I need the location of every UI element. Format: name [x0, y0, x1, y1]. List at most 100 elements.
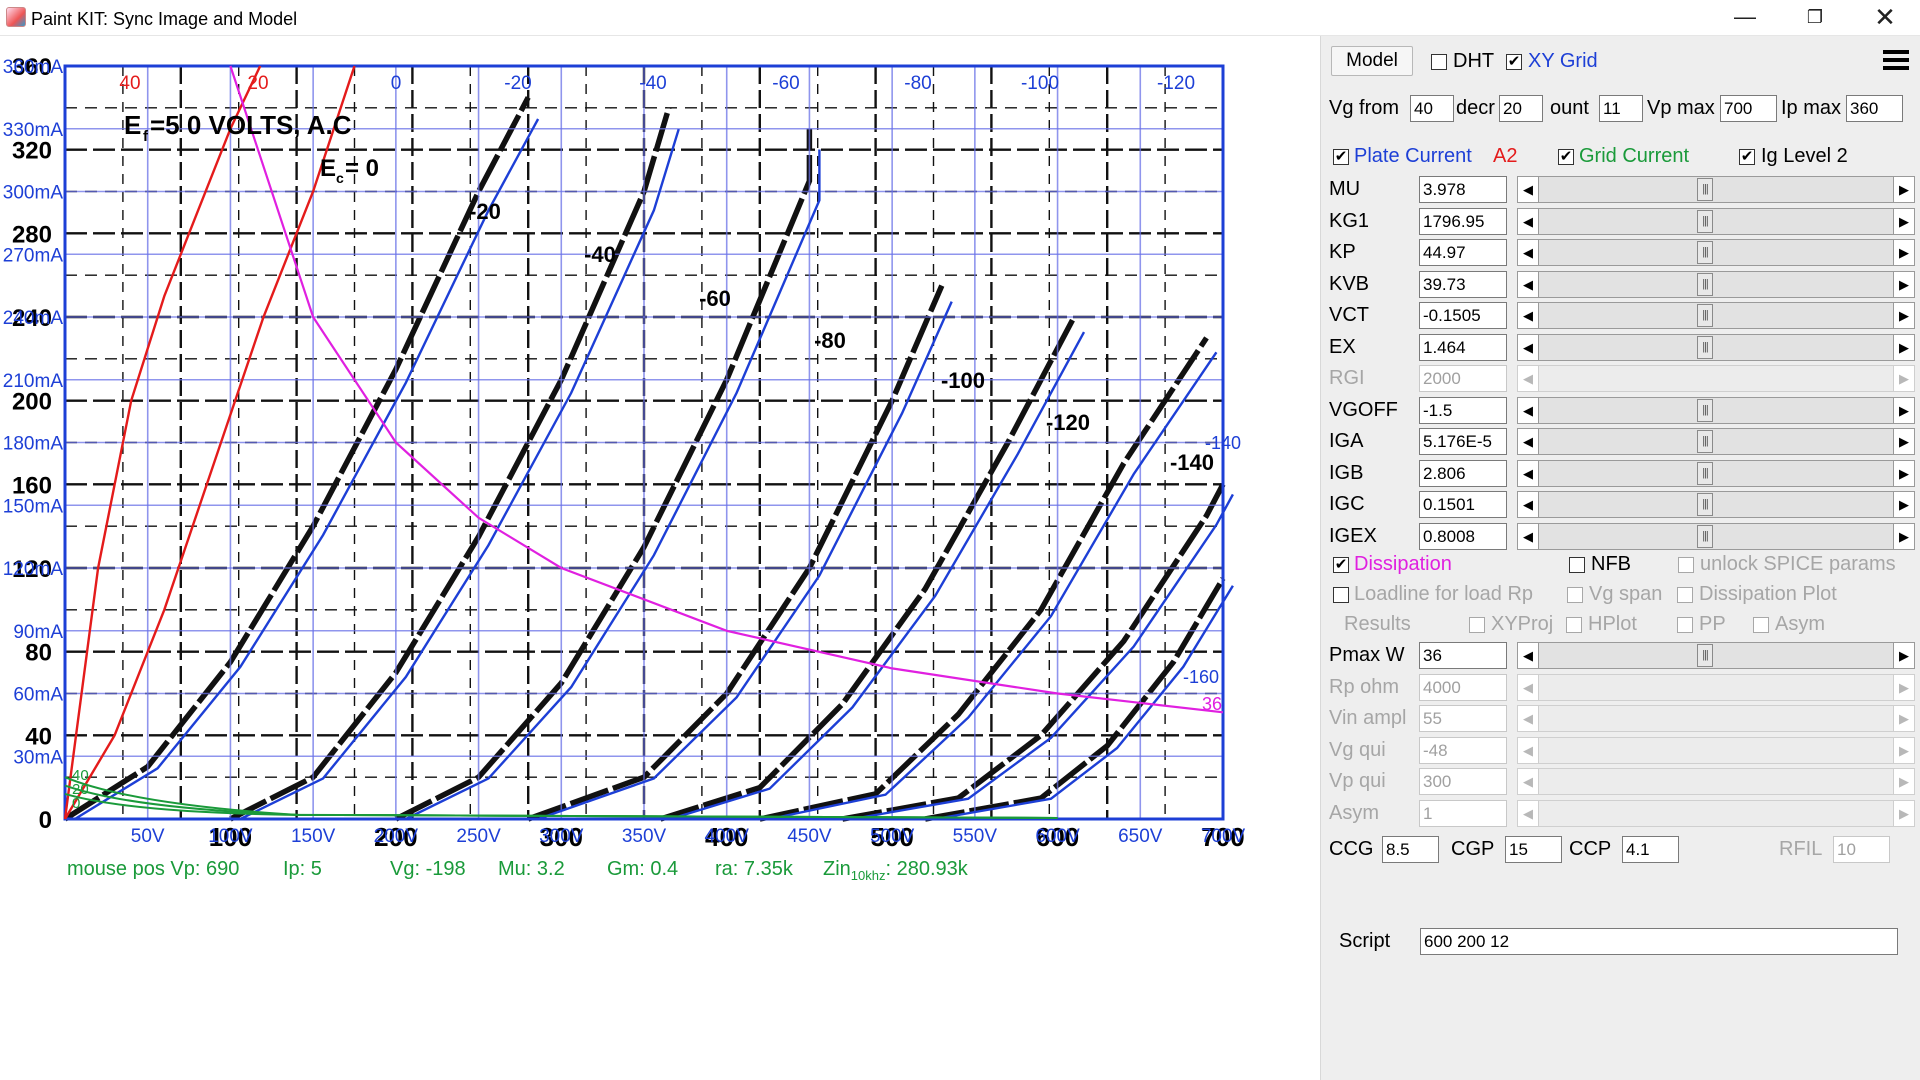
slider-left-arrow-icon[interactable]: ◀ [1517, 522, 1539, 550]
slider-left-arrow-icon[interactable]: ◀ [1517, 270, 1539, 298]
slider-track[interactable]: ||| [1539, 302, 1893, 329]
slider-thumb[interactable]: ||| [1697, 461, 1713, 485]
param-slider-vin-ampl[interactable]: ◀ ▶ [1517, 705, 1915, 732]
slider-thumb[interactable]: ||| [1697, 209, 1713, 233]
asym-checkbox[interactable] [1753, 617, 1769, 633]
param-slider-rgi[interactable]: ◀ ▶ [1517, 365, 1915, 392]
cgp-field[interactable]: 15 [1505, 836, 1562, 863]
slider-right-arrow-icon[interactable]: ▶ [1893, 642, 1915, 669]
param-slider-vg-qui[interactable]: ◀ ▶ [1517, 736, 1915, 764]
slider-track[interactable]: ||| [1539, 270, 1893, 298]
slider-right-arrow-icon[interactable]: ▶ [1893, 428, 1915, 455]
slider-left-arrow-icon[interactable]: ◀ [1517, 642, 1539, 669]
slider-thumb[interactable]: ||| [1697, 398, 1713, 422]
slider-left-arrow-icon[interactable]: ◀ [1517, 239, 1539, 266]
dissipation-plot-checkbox[interactable] [1677, 587, 1693, 603]
param-field-igex[interactable]: 0.8008 [1419, 522, 1507, 550]
slider-right-arrow-icon[interactable]: ▶ [1893, 270, 1915, 298]
slider-left-arrow-icon[interactable]: ◀ [1517, 705, 1539, 732]
param-slider-pmax-w[interactable]: ◀ ||| ▶ [1517, 642, 1915, 669]
slider-track[interactable]: ||| [1539, 428, 1893, 455]
minimize-button[interactable]: — [1710, 0, 1780, 36]
param-slider-mu[interactable]: ◀ ||| ▶ [1517, 176, 1915, 203]
slider-right-arrow-icon[interactable]: ▶ [1893, 736, 1915, 764]
param-field-vg-qui[interactable]: -48 [1419, 736, 1507, 764]
slider-track[interactable]: ||| [1539, 642, 1893, 669]
pp-checkbox[interactable] [1677, 617, 1693, 633]
slider-thumb[interactable]: ||| [1697, 272, 1713, 296]
slider-left-arrow-icon[interactable]: ◀ [1517, 207, 1539, 235]
slider-left-arrow-icon[interactable]: ◀ [1517, 799, 1539, 827]
tube-curves-plot[interactable]: Ef =5 0 VOLTS, A.CE c = 0360320280240200160… [0, 36, 1320, 1080]
unlock-spice-checkbox[interactable] [1678, 557, 1694, 573]
ip-max-field[interactable]: 360 [1846, 95, 1903, 122]
slider-thumb[interactable]: ||| [1697, 524, 1713, 548]
param-slider-ex[interactable]: ◀ ||| ▶ [1517, 333, 1915, 361]
slider-left-arrow-icon[interactable]: ◀ [1517, 768, 1539, 795]
param-field-kvb[interactable]: 39.73 [1419, 270, 1507, 298]
slider-track[interactable]: ||| [1539, 239, 1893, 266]
param-slider-rp-ohm[interactable]: ◀ ▶ [1517, 673, 1915, 701]
xy-grid-checkbox[interactable]: ✔ [1506, 54, 1522, 70]
slider-right-arrow-icon[interactable]: ▶ [1893, 333, 1915, 361]
param-field-ex[interactable]: 1.464 [1419, 333, 1507, 361]
slider-left-arrow-icon[interactable]: ◀ [1517, 459, 1539, 487]
param-field-iga[interactable]: 5.176E-5 [1419, 428, 1507, 455]
script-field[interactable]: 600 200 12 [1420, 928, 1898, 955]
param-field-kp[interactable]: 44.97 [1419, 239, 1507, 266]
slider-right-arrow-icon[interactable]: ▶ [1893, 396, 1915, 424]
slider-left-arrow-icon[interactable]: ◀ [1517, 176, 1539, 203]
slider-track[interactable]: ||| [1539, 491, 1893, 518]
slider-right-arrow-icon[interactable]: ▶ [1893, 522, 1915, 550]
slider-right-arrow-icon[interactable]: ▶ [1893, 673, 1915, 701]
close-button[interactable]: ✕ [1850, 0, 1920, 36]
rfil-field[interactable]: 10 [1833, 836, 1890, 863]
count-field[interactable]: 11 [1599, 95, 1643, 122]
model-button[interactable]: Model [1331, 46, 1413, 76]
param-field-asym[interactable]: 1 [1419, 799, 1507, 827]
param-slider-igb[interactable]: ◀ ||| ▶ [1517, 459, 1915, 487]
slider-thumb[interactable]: ||| [1697, 304, 1713, 327]
slider-track[interactable]: ||| [1539, 176, 1893, 203]
decr-field[interactable]: 20 [1499, 95, 1543, 122]
slider-left-arrow-icon[interactable]: ◀ [1517, 333, 1539, 361]
param-slider-asym[interactable]: ◀ ▶ [1517, 799, 1915, 827]
vp-max-field[interactable]: 700 [1720, 95, 1777, 122]
slider-right-arrow-icon[interactable]: ▶ [1893, 799, 1915, 827]
slider-track[interactable]: ||| [1539, 459, 1893, 487]
slider-left-arrow-icon[interactable]: ◀ [1517, 428, 1539, 455]
results-button[interactable]: Results [1344, 613, 1411, 636]
param-field-pmax-w[interactable]: 36 [1419, 642, 1507, 669]
slider-left-arrow-icon[interactable]: ◀ [1517, 396, 1539, 424]
param-field-vin-ampl[interactable]: 55 [1419, 705, 1507, 732]
slider-track[interactable]: ||| [1539, 207, 1893, 235]
ccg-field[interactable]: 8.5 [1382, 836, 1439, 863]
param-field-igc[interactable]: 0.1501 [1419, 491, 1507, 518]
slider-track[interactable]: ||| [1539, 522, 1893, 550]
slider-right-arrow-icon[interactable]: ▶ [1893, 176, 1915, 203]
hamburger-menu-icon[interactable] [1879, 46, 1913, 80]
param-slider-igex[interactable]: ◀ ||| ▶ [1517, 522, 1915, 550]
param-slider-kp[interactable]: ◀ ||| ▶ [1517, 239, 1915, 266]
slider-right-arrow-icon[interactable]: ▶ [1893, 491, 1915, 518]
param-slider-kg1[interactable]: ◀ ||| ▶ [1517, 207, 1915, 235]
slider-right-arrow-icon[interactable]: ▶ [1893, 705, 1915, 732]
slider-left-arrow-icon[interactable]: ◀ [1517, 736, 1539, 764]
slider-thumb[interactable]: ||| [1697, 493, 1713, 516]
slider-thumb[interactable]: ||| [1697, 178, 1713, 201]
slider-right-arrow-icon[interactable]: ▶ [1893, 239, 1915, 266]
slider-track[interactable] [1539, 736, 1893, 764]
ig-level2-checkbox[interactable]: ✔ [1739, 149, 1755, 165]
slider-right-arrow-icon[interactable]: ▶ [1893, 768, 1915, 795]
dht-checkbox[interactable] [1431, 54, 1447, 70]
param-slider-kvb[interactable]: ◀ ||| ▶ [1517, 270, 1915, 298]
slider-track[interactable]: ||| [1539, 396, 1893, 424]
param-field-mu[interactable]: 3.978 [1419, 176, 1507, 203]
param-slider-iga[interactable]: ◀ ||| ▶ [1517, 428, 1915, 455]
vg-span-checkbox[interactable] [1567, 587, 1583, 603]
param-slider-vgoff[interactable]: ◀ ||| ▶ [1517, 396, 1915, 424]
xyproj-checkbox[interactable] [1469, 617, 1485, 633]
dissipation-checkbox[interactable]: ✔ [1333, 557, 1349, 573]
param-field-rp-ohm[interactable]: 4000 [1419, 673, 1507, 701]
slider-track[interactable] [1539, 768, 1893, 795]
